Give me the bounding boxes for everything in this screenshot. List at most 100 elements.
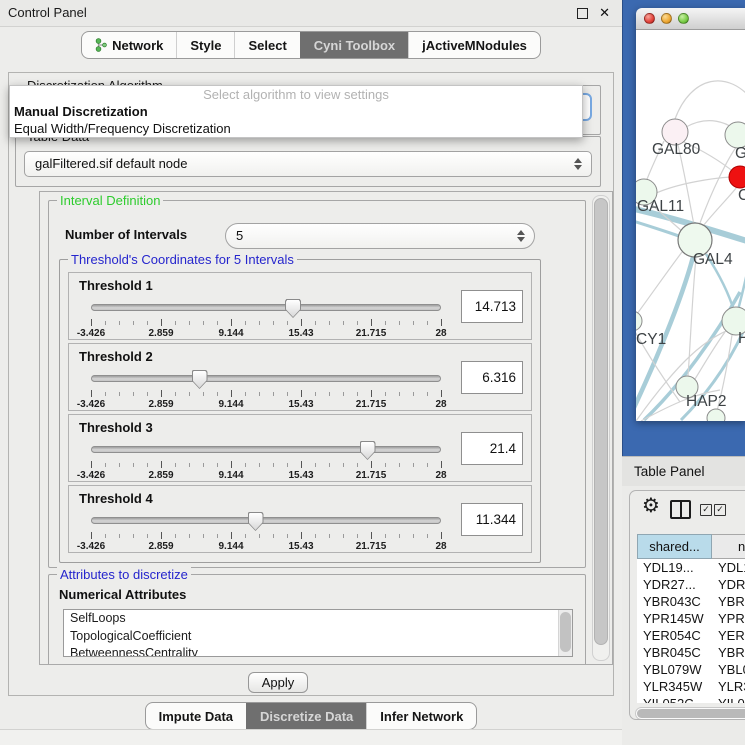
bottom-tabgroup: Impute Data Discretize Data Infer Networ… (145, 702, 478, 730)
close-traffic-light-icon[interactable] (644, 13, 655, 24)
attributes-group: Attributes to discretize Numerical Attri… (48, 574, 586, 665)
tab-impute-data[interactable]: Impute Data (146, 703, 246, 729)
table-header-row: shared... na (637, 534, 745, 559)
slider-ticks (91, 390, 441, 398)
slider-track[interactable] (91, 446, 441, 453)
gear-icon[interactable]: ⚙ (642, 496, 660, 516)
node-label-partial: GA (735, 145, 745, 162)
tab-jactivemnodules[interactable]: jActiveMNodules (408, 32, 540, 58)
slider-ticks (91, 532, 441, 540)
threshold-4-value-field[interactable]: 11.344 (461, 503, 523, 536)
close-icon[interactable]: ✕ (599, 0, 610, 25)
control-panel-titlebar: Control Panel ✕ (0, 0, 622, 27)
slider-handle[interactable] (360, 441, 376, 460)
scrollbar-thumb[interactable] (637, 709, 745, 718)
slider-handle[interactable] (248, 512, 264, 531)
number-of-intervals-spinner[interactable]: 5 (225, 223, 535, 249)
column-header-shared-name[interactable]: shared... (637, 534, 712, 559)
threshold-4-panel: Threshold 4 -3.4262.8599.14415.4321.7152… (68, 485, 532, 553)
network-canvas[interactable]: GAL80 GA C GAL11 GAL4 GCY1 H HAP2 (636, 30, 745, 421)
node-label-gcy1: GCY1 (636, 331, 666, 348)
slider-ticks (91, 461, 441, 469)
interval-definition-group: Interval Definition Number of Intervals … (48, 200, 586, 568)
threshold-3-panel: Threshold 3 -3.4262.8599.14415.4321.7152… (68, 414, 532, 482)
table-data-combo-value: galFiltered.sif default node (35, 152, 187, 176)
table-panel-body: ⚙ ✓ ✓ shared... na YDL19...YDL1 YDR27...… (622, 486, 745, 745)
minimize-traffic-light-icon[interactable] (661, 13, 672, 24)
network-window-titlebar[interactable] (636, 8, 745, 30)
node-table: shared... na YDL19...YDL1 YDR27...YDR2 Y… (637, 534, 745, 703)
column-header-name[interactable]: na (712, 534, 745, 559)
tab-discretize-data[interactable]: Discretize Data (246, 703, 366, 729)
threshold-3-slider[interactable]: -3.4262.8599.14415.4321.71528 (91, 441, 441, 481)
threshold-2-slider[interactable]: -3.4262.8599.14415.4321.71528 (91, 370, 441, 410)
table-row[interactable]: YDR27...YDR2 (637, 576, 745, 593)
settings-vertical-scrollbar[interactable] (592, 195, 610, 661)
zoom-traffic-light-icon[interactable] (678, 13, 689, 24)
table-row[interactable]: YIL052CYIL0 (637, 695, 745, 703)
float-icon[interactable] (577, 8, 588, 19)
slider-scale-labels: -3.4262.8599.14415.4321.71528 (91, 541, 441, 553)
threshold-1-label: Threshold 1 (79, 278, 153, 293)
node-label-gal11: GAL11 (637, 198, 684, 215)
table-row[interactable]: YLR345WYLR3 (637, 678, 745, 695)
threshold-4-slider[interactable]: -3.4262.8599.14415.4321.71528 (91, 512, 441, 552)
slider-track[interactable] (91, 517, 441, 524)
tab-network[interactable]: Network (82, 32, 176, 58)
table-panel-box: ⚙ ✓ ✓ shared... na YDL19...YDL1 YDR27...… (629, 490, 745, 720)
threshold-2-label: Threshold 2 (79, 349, 153, 364)
top-tabgroup: Network Style Select Cyni Toolbox jActiv… (81, 31, 541, 59)
threshold-1-value-field[interactable]: 14.713 (461, 290, 523, 323)
table-data-combo[interactable]: galFiltered.sif default node (24, 151, 592, 177)
algorithm-dropdown-popup: Select algorithm to view settings Manual… (9, 85, 583, 138)
checkbox-icon[interactable]: ✓ (714, 504, 726, 516)
scrollbar-thumb[interactable] (594, 198, 608, 645)
node-gcy1[interactable] (636, 311, 642, 331)
edge (675, 81, 745, 119)
network-icon (95, 38, 107, 52)
table-row[interactable]: YBL079WYBL0 (637, 661, 745, 678)
apply-button[interactable]: Apply (248, 672, 308, 693)
node-red[interactable] (729, 166, 745, 188)
node[interactable] (707, 409, 725, 421)
slider-handle[interactable] (285, 299, 301, 318)
threshold-3-value-field[interactable]: 21.4 (461, 432, 523, 465)
dropdown-option-equal-width-frequency[interactable]: Equal Width/Frequency Discretization (10, 120, 582, 137)
threshold-2-value-field[interactable]: 6.316 (461, 361, 523, 394)
slider-track[interactable] (91, 375, 441, 382)
tab-style[interactable]: Style (176, 32, 234, 58)
numerical-attributes-list[interactable]: SelfLoops TopologicalCoefficient Between… (63, 609, 573, 657)
table-panel-header: Table Panel (622, 456, 745, 487)
table-row[interactable]: YBR043CYBR0 (637, 593, 745, 610)
dropdown-option-manual-discretization[interactable]: Manual Discretization (10, 103, 582, 120)
node-label-gal80: GAL80 (652, 141, 701, 158)
node-label-partial: H (738, 330, 745, 347)
spinner-arrows-icon[interactable] (517, 230, 525, 242)
slider-track[interactable] (91, 304, 441, 311)
table-horizontal-scrollbar[interactable] (635, 707, 745, 720)
tab-cyni-toolbox[interactable]: Cyni Toolbox (300, 32, 408, 58)
table-row[interactable]: YDL19...YDL1 (637, 559, 745, 576)
slider-handle[interactable] (192, 370, 208, 389)
list-item[interactable]: BetweennessCentrality (64, 645, 572, 657)
tab-select[interactable]: Select (234, 32, 299, 58)
slider-scale-labels: -3.4262.8599.14415.4321.71528 (91, 470, 441, 482)
table-row[interactable]: YPR145WYPR1 (637, 610, 745, 627)
threshold-2-panel: Threshold 2 -3.4262.8599.14415.4321.7152… (68, 343, 532, 411)
thresholds-group: Threshold's Coordinates for 5 Intervals … (59, 259, 541, 563)
threshold-1-panel: Threshold 1 -3.4262.8599.14415.4321.7152… (68, 272, 532, 340)
threshold-1-slider[interactable]: -3.4262.8599.14415.4321.71528 (91, 299, 441, 339)
list-vertical-scrollbar[interactable] (558, 610, 572, 656)
table-row[interactable]: YER054CYER0 (637, 627, 745, 644)
slider-ticks (91, 319, 441, 327)
checkbox-icon[interactable]: ✓ (700, 504, 712, 516)
table-panel-title: Table Panel (634, 457, 705, 487)
list-item[interactable]: TopologicalCoefficient (64, 628, 572, 646)
tab-infer-network[interactable]: Infer Network (366, 703, 476, 729)
spinner-arrows-icon[interactable] (574, 158, 582, 170)
list-item[interactable]: SelfLoops (64, 610, 572, 628)
network-window: GAL80 GA C GAL11 GAL4 GCY1 H HAP2 (636, 8, 745, 421)
column-layout-icon[interactable] (670, 500, 691, 519)
table-row[interactable]: YBR045CYBR0 (637, 644, 745, 661)
control-panel: Control Panel ✕ Network Style Select (0, 0, 622, 745)
